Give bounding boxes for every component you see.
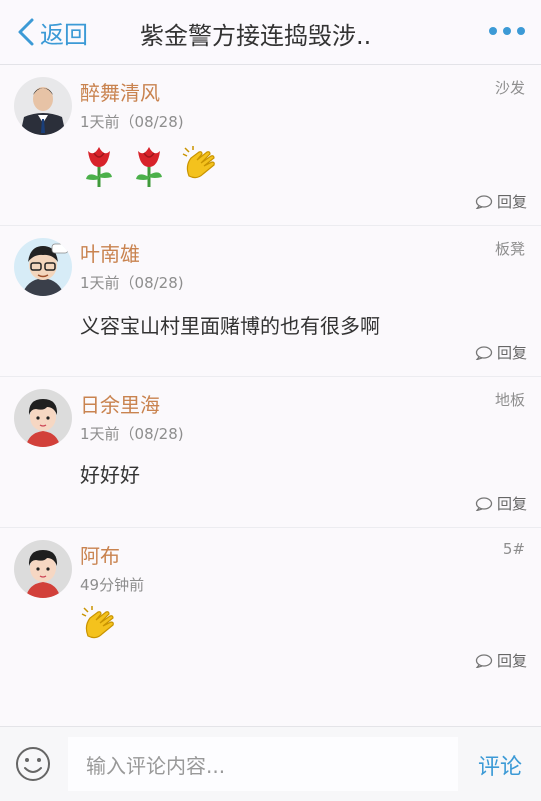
comment-item: 阿布 49分钟前 5# 回复 — [0, 528, 541, 678]
floor-label: 地板 — [494, 391, 525, 409]
cartoon-boy-avatar-icon — [14, 238, 72, 296]
commenter-name[interactable]: 日余里海 — [80, 389, 160, 418]
more-dot-icon — [503, 27, 511, 35]
top-nav-bar: 返回 紫金警方接连捣毁涉.. — [0, 0, 541, 65]
floor-label: 板凳 — [494, 240, 525, 258]
rose-emoji-icon — [80, 143, 118, 194]
avatar[interactable] — [14, 540, 72, 598]
commenter-name[interactable]: 阿布 — [80, 540, 120, 569]
comment-content — [80, 143, 229, 194]
back-button[interactable]: 返回 — [16, 14, 88, 50]
reply-button[interactable]: 回复 — [475, 650, 527, 671]
comment-item: 叶南雄 1天前（08/28) 板凳 义容宝山村里面赌博的也有很多啊 回复 — [0, 226, 541, 377]
avatar[interactable] — [14, 77, 72, 135]
reply-button[interactable]: 回复 — [475, 191, 527, 212]
default-avatar-icon — [14, 389, 72, 447]
page-title: 紫金警方接连捣毁涉.. — [140, 22, 372, 50]
smiley-face-icon[interactable] — [14, 745, 52, 783]
default-avatar-icon — [14, 540, 72, 598]
commenter-name[interactable]: 叶南雄 — [80, 238, 140, 267]
avatar[interactable] — [14, 389, 72, 447]
comment-time: 1天前（08/28) — [80, 274, 184, 292]
more-menu-button[interactable] — [489, 22, 525, 40]
comment-item: 日余里海 1天前（08/28) 地板 好好好 回复 — [0, 377, 541, 528]
speech-bubble-icon — [475, 194, 493, 209]
rose-emoji-icon — [130, 143, 168, 194]
reply-button[interactable]: 回复 — [475, 342, 527, 363]
more-dot-icon — [489, 27, 497, 35]
commenter-name[interactable]: 醉舞清风 — [80, 77, 160, 106]
clapping-hands-emoji-icon — [80, 606, 122, 651]
comment-content: 好好好 — [80, 463, 140, 487]
reply-label: 回复 — [496, 652, 527, 670]
comment-time: 1天前（08/28) — [80, 113, 184, 131]
reply-label: 回复 — [496, 344, 527, 362]
floor-label: 5# — [502, 540, 525, 558]
comment-time: 49分钟前 — [80, 576, 145, 594]
comment-input[interactable]: 输入评论内容... — [68, 737, 458, 791]
comment-item: 醉舞清风 1天前（08/28) 沙发 回复 — [0, 65, 541, 226]
man-in-suit-avatar-icon — [14, 77, 72, 135]
reply-label: 回复 — [496, 495, 527, 513]
floor-label: 沙发 — [494, 79, 525, 97]
reply-label: 回复 — [496, 193, 527, 211]
speech-bubble-icon — [475, 653, 493, 668]
back-label: 返回 — [40, 20, 88, 49]
more-dot-icon — [517, 27, 525, 35]
clapping-hands-emoji-icon — [181, 146, 223, 191]
chevron-left-icon — [18, 18, 34, 46]
avatar[interactable] — [14, 238, 72, 296]
comment-input-bar: 输入评论内容... 评论 — [0, 726, 541, 801]
comment-content — [80, 606, 128, 651]
comment-content: 义容宝山村里面赌博的也有很多啊 — [80, 314, 380, 338]
comment-submit-button[interactable]: 评论 — [478, 749, 522, 781]
speech-bubble-icon — [475, 496, 493, 511]
comment-time: 1天前（08/28) — [80, 425, 184, 443]
speech-bubble-icon — [475, 345, 493, 360]
reply-button[interactable]: 回复 — [475, 493, 527, 514]
